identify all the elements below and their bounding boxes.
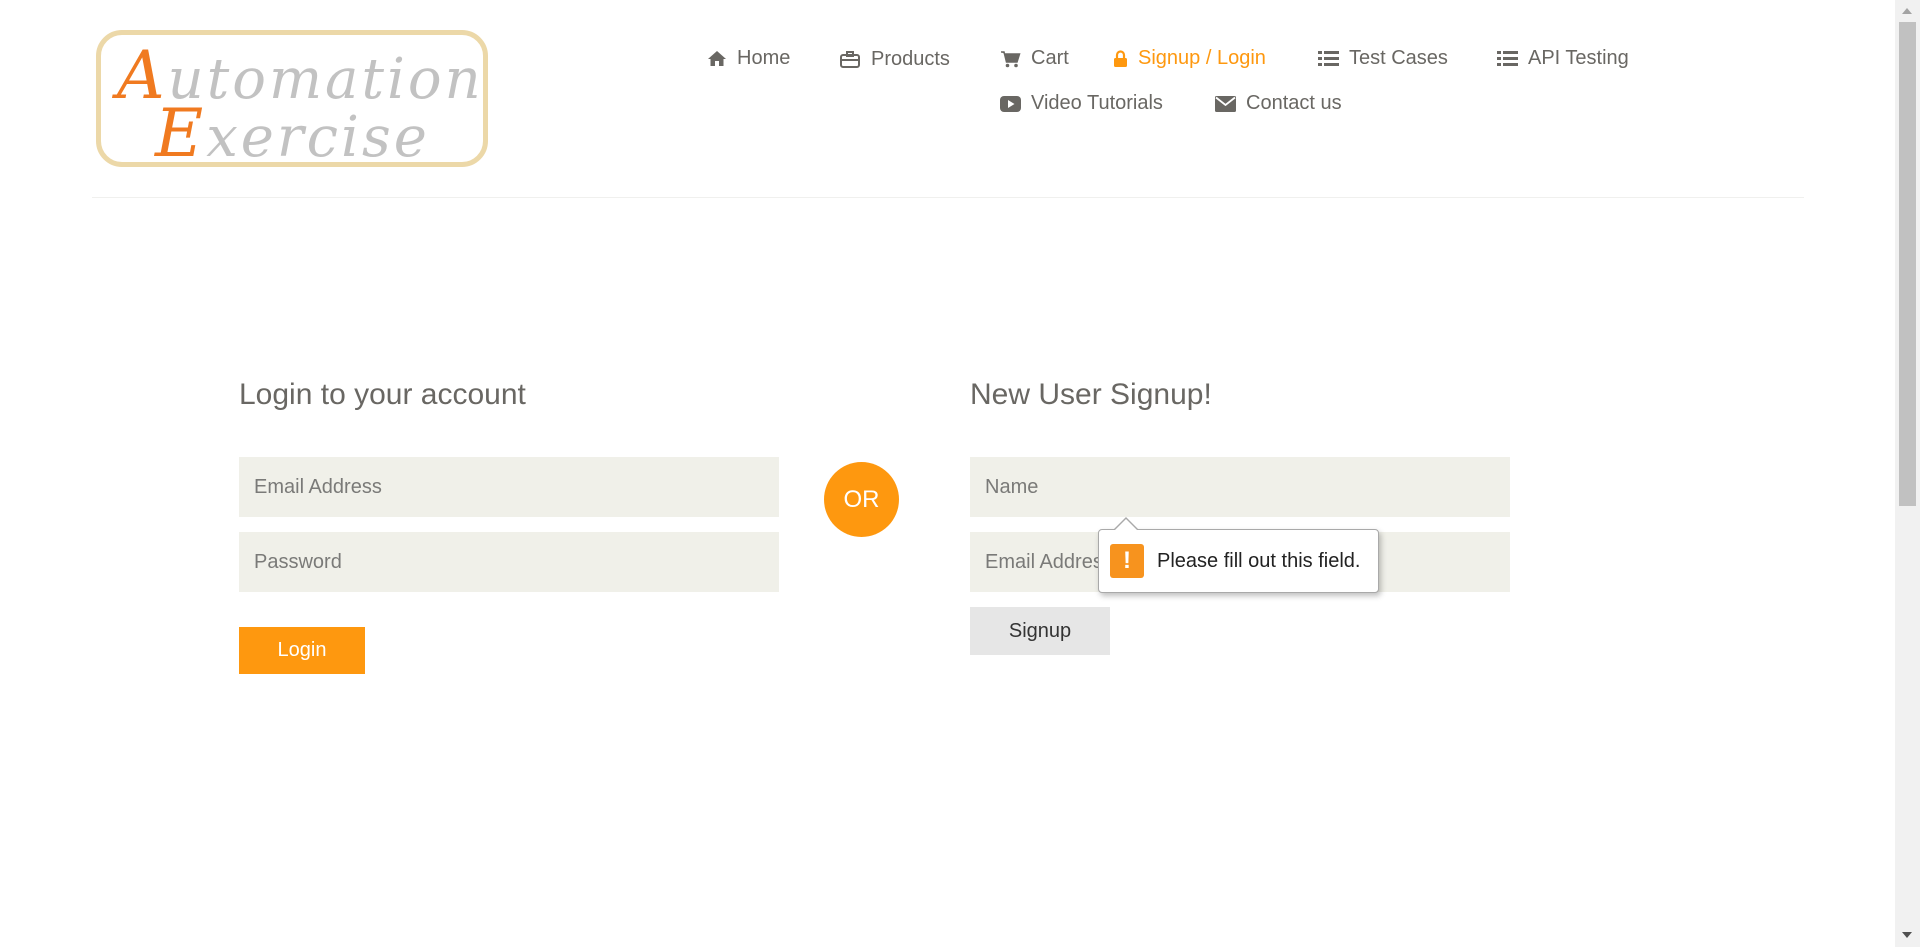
login-button[interactable]: Login bbox=[239, 627, 365, 674]
logo-cap-e: E bbox=[155, 95, 207, 167]
nav-api-testing[interactable]: API Testing bbox=[1497, 47, 1629, 70]
nav-home[interactable]: Home bbox=[707, 47, 790, 70]
login-email-input[interactable] bbox=[239, 457, 779, 517]
list-icon bbox=[1318, 51, 1339, 66]
warning-icon: ! bbox=[1110, 544, 1144, 578]
lock-icon bbox=[1114, 49, 1127, 67]
logo-word-2: xercise bbox=[206, 105, 430, 167]
cart-icon bbox=[1001, 50, 1021, 67]
nav-test-cases-label: Test Cases bbox=[1349, 47, 1448, 69]
youtube-play-icon bbox=[1000, 95, 1021, 112]
nav-products-label: Products bbox=[871, 48, 950, 70]
nav-test-cases[interactable]: Test Cases bbox=[1318, 47, 1448, 70]
validation-tooltip: ! Please fill out this field. bbox=[1098, 517, 1379, 593]
validation-message: Please fill out this field. bbox=[1157, 549, 1361, 572]
home-icon bbox=[708, 51, 726, 66]
scroll-up-arrow-icon[interactable] bbox=[1902, 8, 1912, 14]
signup-button[interactable]: Signup bbox=[970, 607, 1110, 655]
site-logo[interactable]: Automation Exercise bbox=[96, 30, 488, 167]
nav-signup-login[interactable]: Signup / Login bbox=[1113, 47, 1266, 70]
scroll-down-arrow-icon[interactable] bbox=[1902, 932, 1912, 938]
login-title: Login to your account bbox=[239, 378, 526, 411]
header-divider bbox=[92, 197, 1804, 198]
nav-video-tutorials[interactable]: Video Tutorials bbox=[1000, 92, 1163, 115]
nav-contact-us-label: Contact us bbox=[1246, 92, 1342, 114]
list-icon bbox=[1497, 51, 1518, 66]
nav-home-label: Home bbox=[737, 47, 791, 69]
nav-contact-us[interactable]: Contact us bbox=[1215, 92, 1342, 115]
logo-line-2: Exercise bbox=[155, 95, 430, 167]
login-password-input[interactable] bbox=[239, 532, 779, 592]
nav-video-tutorials-label: Video Tutorials bbox=[1031, 92, 1163, 114]
or-badge: OR bbox=[824, 462, 899, 537]
signup-title: New User Signup! bbox=[970, 378, 1212, 411]
nav-cart-label: Cart bbox=[1031, 47, 1069, 69]
scroll-thumb[interactable] bbox=[1899, 22, 1916, 506]
envelope-icon bbox=[1215, 95, 1236, 112]
briefcase-icon bbox=[840, 50, 860, 68]
page-scrollbar[interactable] bbox=[1895, 0, 1920, 947]
signup-name-input[interactable] bbox=[970, 457, 1510, 517]
nav-cart[interactable]: Cart bbox=[1000, 47, 1069, 70]
nav-products[interactable]: Products bbox=[839, 48, 950, 71]
nav-api-testing-label: API Testing bbox=[1528, 47, 1629, 69]
nav-signup-login-label: Signup / Login bbox=[1138, 47, 1266, 69]
